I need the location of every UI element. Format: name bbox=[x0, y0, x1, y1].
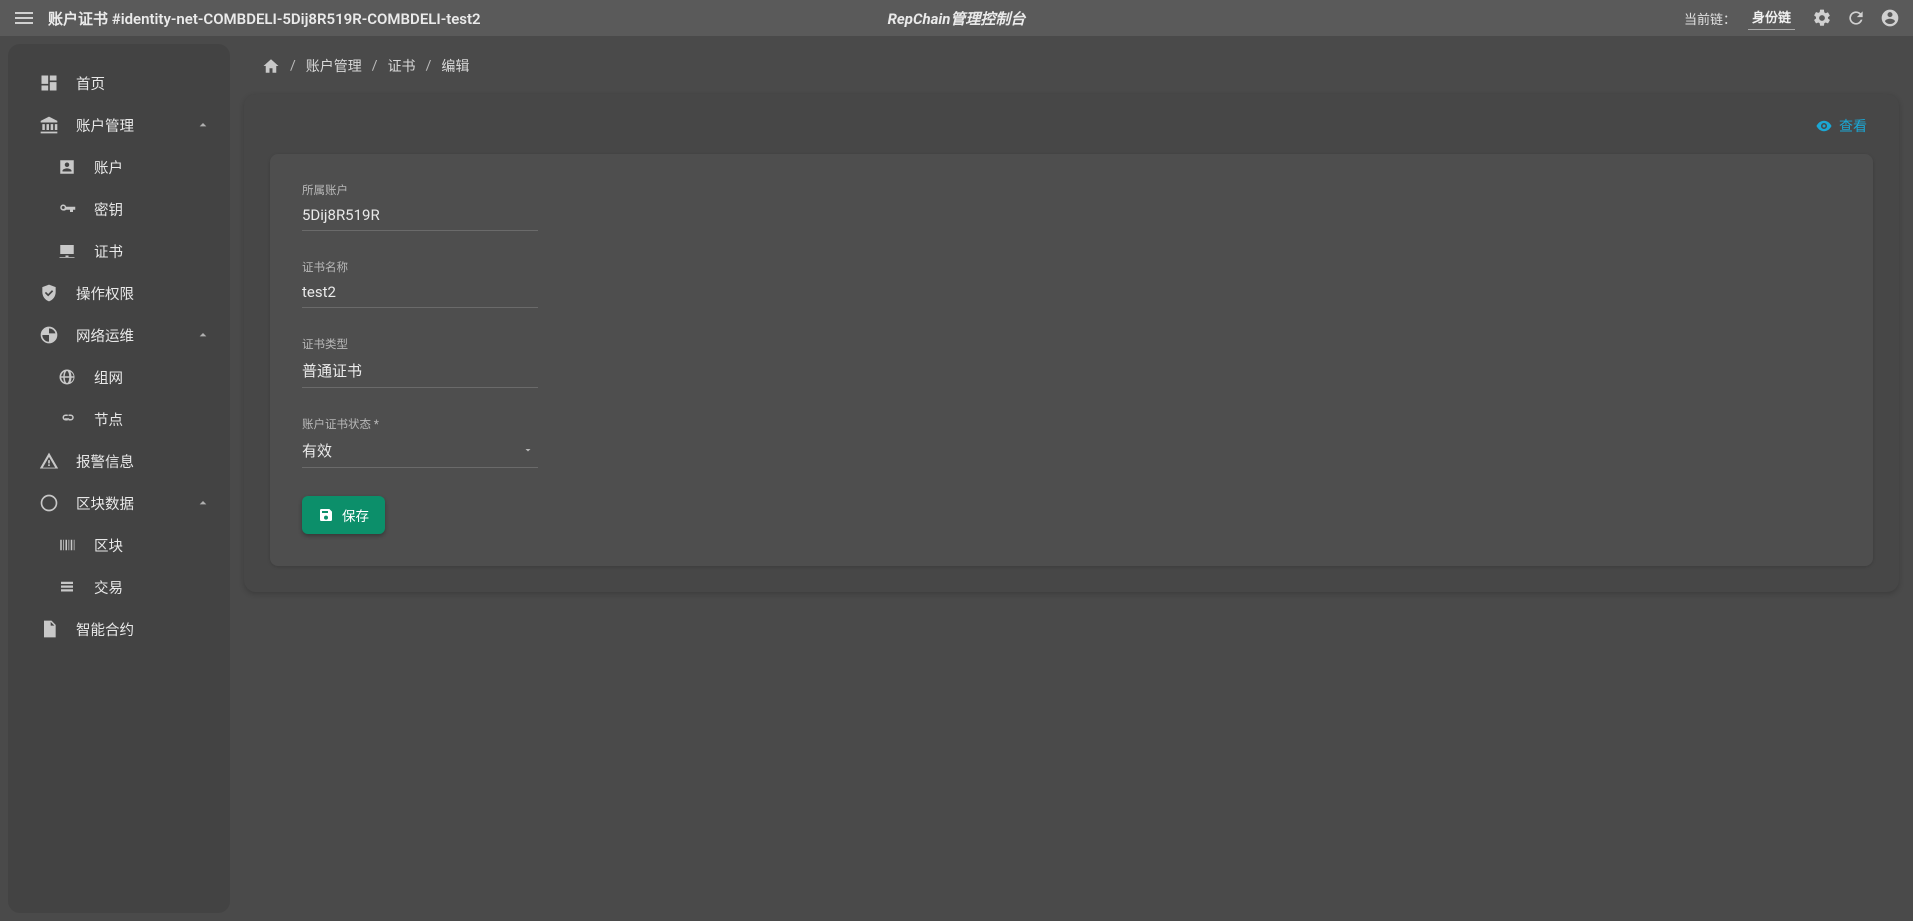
breadcrumb-separator: / bbox=[372, 58, 378, 74]
globe-icon bbox=[56, 366, 78, 388]
warning-icon bbox=[38, 450, 60, 472]
sidebar-item-block[interactable]: 区块 bbox=[8, 524, 230, 566]
breadcrumb-separator: / bbox=[290, 58, 296, 74]
sidebar-item-label: 网络运维 bbox=[76, 325, 134, 346]
field-status: 账户证书状态 * 有效 bbox=[302, 416, 538, 468]
breadcrumb-edit: 编辑 bbox=[441, 56, 469, 76]
chevron-up-icon bbox=[194, 326, 212, 344]
breadcrumb-account-mgmt[interactable]: 账户管理 bbox=[306, 56, 362, 76]
sidebar-item-block-data[interactable]: 区块数据 bbox=[8, 482, 230, 524]
save-button[interactable]: 保存 bbox=[302, 496, 385, 534]
field-status-label: 账户证书状态 * bbox=[302, 416, 538, 432]
field-owner: 所属账户 5Dij8R519R bbox=[302, 182, 538, 231]
field-type-value[interactable]: 普通证书 bbox=[302, 358, 538, 388]
field-name: 证书名称 test2 bbox=[302, 259, 538, 308]
refresh-icon[interactable] bbox=[1845, 7, 1867, 29]
display-icon bbox=[56, 240, 78, 262]
field-type: 证书类型 普通证书 bbox=[302, 336, 538, 388]
field-name-value[interactable]: test2 bbox=[302, 281, 538, 308]
dashboard-icon bbox=[38, 72, 60, 94]
save-icon bbox=[318, 507, 334, 523]
sidebar: 首页 账户管理 账户 密钥 证书 操作权限 网络运维 bbox=[8, 44, 230, 913]
sidebar-item-op-perm[interactable]: 操作权限 bbox=[8, 272, 230, 314]
field-status-select[interactable]: 有效 bbox=[302, 438, 538, 468]
radar-icon bbox=[38, 324, 60, 346]
sidebar-item-tx[interactable]: 交易 bbox=[8, 566, 230, 608]
sidebar-item-key[interactable]: 密钥 bbox=[8, 188, 230, 230]
current-chain-value: 身份链 bbox=[1752, 11, 1791, 26]
sidebar-item-label: 证书 bbox=[94, 241, 123, 262]
list-icon bbox=[56, 576, 78, 598]
sidebar-item-home[interactable]: 首页 bbox=[8, 62, 230, 104]
field-type-label: 证书类型 bbox=[302, 336, 538, 352]
sidebar-item-networking[interactable]: 组网 bbox=[8, 356, 230, 398]
key-icon bbox=[56, 198, 78, 220]
bank-icon bbox=[38, 114, 60, 136]
sidebar-item-node[interactable]: 节点 bbox=[8, 398, 230, 440]
sidebar-item-account-mgmt[interactable]: 账户管理 bbox=[8, 104, 230, 146]
sidebar-item-label: 区块 bbox=[94, 535, 123, 556]
breadcrumb-separator: / bbox=[426, 58, 432, 74]
sidebar-item-label: 账户 bbox=[94, 157, 123, 178]
sidebar-item-label: 组网 bbox=[94, 367, 123, 388]
shield-icon bbox=[38, 282, 60, 304]
sidebar-item-label: 交易 bbox=[94, 577, 123, 598]
settings-icon[interactable] bbox=[1811, 7, 1833, 29]
home-icon[interactable] bbox=[262, 57, 280, 75]
chevron-up-icon bbox=[194, 494, 212, 512]
edit-card: 查看 所属账户 5Dij8R519R 证书名称 test2 证书类型 普通证书 bbox=[244, 94, 1899, 592]
field-owner-label: 所属账户 bbox=[302, 182, 538, 198]
sidebar-item-net-ops[interactable]: 网络运维 bbox=[8, 314, 230, 356]
account-icon[interactable] bbox=[1879, 7, 1901, 29]
main-content: / 账户管理 / 证书 / 编辑 查看 所属账户 5Dij8R519R 证书 bbox=[230, 36, 1913, 921]
eye-icon bbox=[1815, 117, 1833, 135]
app-bar: 账户证书 #identity-net-COMBDELI-5Dij8R519R-C… bbox=[0, 0, 1913, 36]
sidebar-item-alarm[interactable]: 报警信息 bbox=[8, 440, 230, 482]
sidebar-item-account[interactable]: 账户 bbox=[8, 146, 230, 188]
sidebar-item-label: 密钥 bbox=[94, 199, 123, 220]
menu-icon[interactable] bbox=[12, 6, 36, 30]
sidebar-item-label: 账户管理 bbox=[76, 115, 134, 136]
breadcrumb: / 账户管理 / 证书 / 编辑 bbox=[244, 46, 1899, 94]
view-button-label: 查看 bbox=[1839, 116, 1867, 136]
current-chain-select[interactable]: 身份链 bbox=[1748, 7, 1795, 30]
document-icon bbox=[38, 618, 60, 640]
field-status-value: 有效 bbox=[302, 442, 332, 460]
dropdown-arrow-icon bbox=[522, 442, 536, 456]
account-box-icon bbox=[56, 156, 78, 178]
form-body: 所属账户 5Dij8R519R 证书名称 test2 证书类型 普通证书 账户证… bbox=[270, 154, 1873, 566]
sidebar-item-label: 区块数据 bbox=[76, 493, 134, 514]
sidebar-item-label: 报警信息 bbox=[76, 451, 134, 472]
barcode-icon bbox=[56, 534, 78, 556]
sidebar-item-label: 首页 bbox=[76, 73, 105, 94]
page-title: 账户证书 #identity-net-COMBDELI-5Dij8R519R-C… bbox=[48, 8, 481, 29]
sidebar-item-label: 操作权限 bbox=[76, 283, 134, 304]
sidebar-item-label: 智能合约 bbox=[76, 619, 134, 640]
save-button-label: 保存 bbox=[342, 505, 369, 525]
field-name-label: 证书名称 bbox=[302, 259, 538, 275]
circle-outline-icon bbox=[38, 492, 60, 514]
current-chain-label: 当前链： bbox=[1684, 9, 1736, 28]
sidebar-item-label: 节点 bbox=[94, 409, 123, 430]
link-icon bbox=[56, 408, 78, 430]
view-button[interactable]: 查看 bbox=[1815, 116, 1867, 136]
chevron-up-icon bbox=[194, 116, 212, 134]
sidebar-item-contract[interactable]: 智能合约 bbox=[8, 608, 230, 650]
field-owner-value[interactable]: 5Dij8R519R bbox=[302, 204, 538, 231]
sidebar-item-cert[interactable]: 证书 bbox=[8, 230, 230, 272]
app-brand-title: RepChain管理控制台 bbox=[888, 8, 1026, 29]
breadcrumb-cert[interactable]: 证书 bbox=[388, 56, 416, 76]
